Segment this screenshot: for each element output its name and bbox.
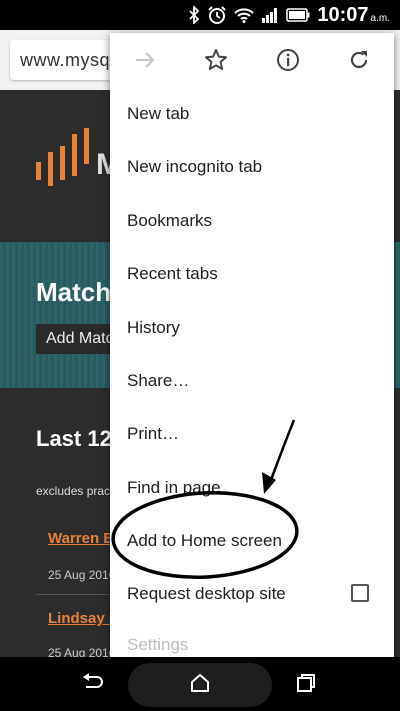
reload-icon[interactable] (344, 45, 374, 75)
menu-item-bookmarks[interactable]: Bookmarks (127, 211, 212, 231)
menu-item-history[interactable]: History (127, 318, 180, 338)
menu-item-new-tab[interactable]: New tab (127, 104, 189, 124)
star-icon[interactable] (201, 45, 231, 75)
menu-icon-row (110, 33, 394, 87)
menu-item-settings[interactable]: Settings (127, 635, 188, 655)
home-icon[interactable] (187, 670, 213, 696)
forward-arrow-icon[interactable] (130, 45, 160, 75)
alarm-icon (207, 5, 227, 25)
request-desktop-site-checkbox[interactable] (351, 584, 369, 602)
info-icon[interactable] (273, 45, 303, 75)
menu-item-request-desktop-site[interactable]: Request desktop site (127, 584, 286, 604)
section-title: Last 12 (36, 426, 112, 451)
menu-item-recent-tabs[interactable]: Recent tabs (127, 264, 218, 284)
clock-ampm: a.m. (370, 12, 390, 24)
clock: 10:07 a.m. (317, 4, 390, 27)
battery-icon (286, 8, 310, 22)
excludes-note: excludes prac (36, 484, 111, 498)
menu-item-add-to-home-screen[interactable]: Add to Home screen (127, 531, 282, 551)
clock-time: 10:07 (317, 3, 369, 26)
menu-item-share[interactable]: Share… (127, 371, 189, 391)
back-icon[interactable] (80, 670, 106, 696)
bluetooth-icon (188, 6, 200, 24)
cell-signal-icon (261, 7, 279, 23)
address-bar-url: www.mysq (20, 50, 111, 70)
menu-item-print[interactable]: Print… (127, 424, 179, 444)
match-player-link[interactable]: Warren B (48, 530, 114, 547)
menu-item-find-in-page[interactable]: Find in page (127, 478, 221, 498)
system-nav-bar (0, 657, 400, 711)
status-icons: 10:07 a.m. (188, 0, 390, 30)
match-player-link[interactable]: Lindsay D (48, 610, 120, 627)
wifi-icon (234, 7, 255, 23)
site-logo-icon[interactable] (36, 128, 92, 195)
match-date: 25 Aug 2016 (48, 646, 116, 657)
overflow-menu: New tab New incognito tab Bookmarks Rece… (110, 33, 394, 657)
recents-icon[interactable] (293, 670, 319, 696)
status-bar: 10:07 a.m. (0, 0, 400, 30)
menu-item-new-incognito-tab[interactable]: New incognito tab (127, 157, 262, 177)
match-date: 25 Aug 2016 (48, 568, 116, 582)
